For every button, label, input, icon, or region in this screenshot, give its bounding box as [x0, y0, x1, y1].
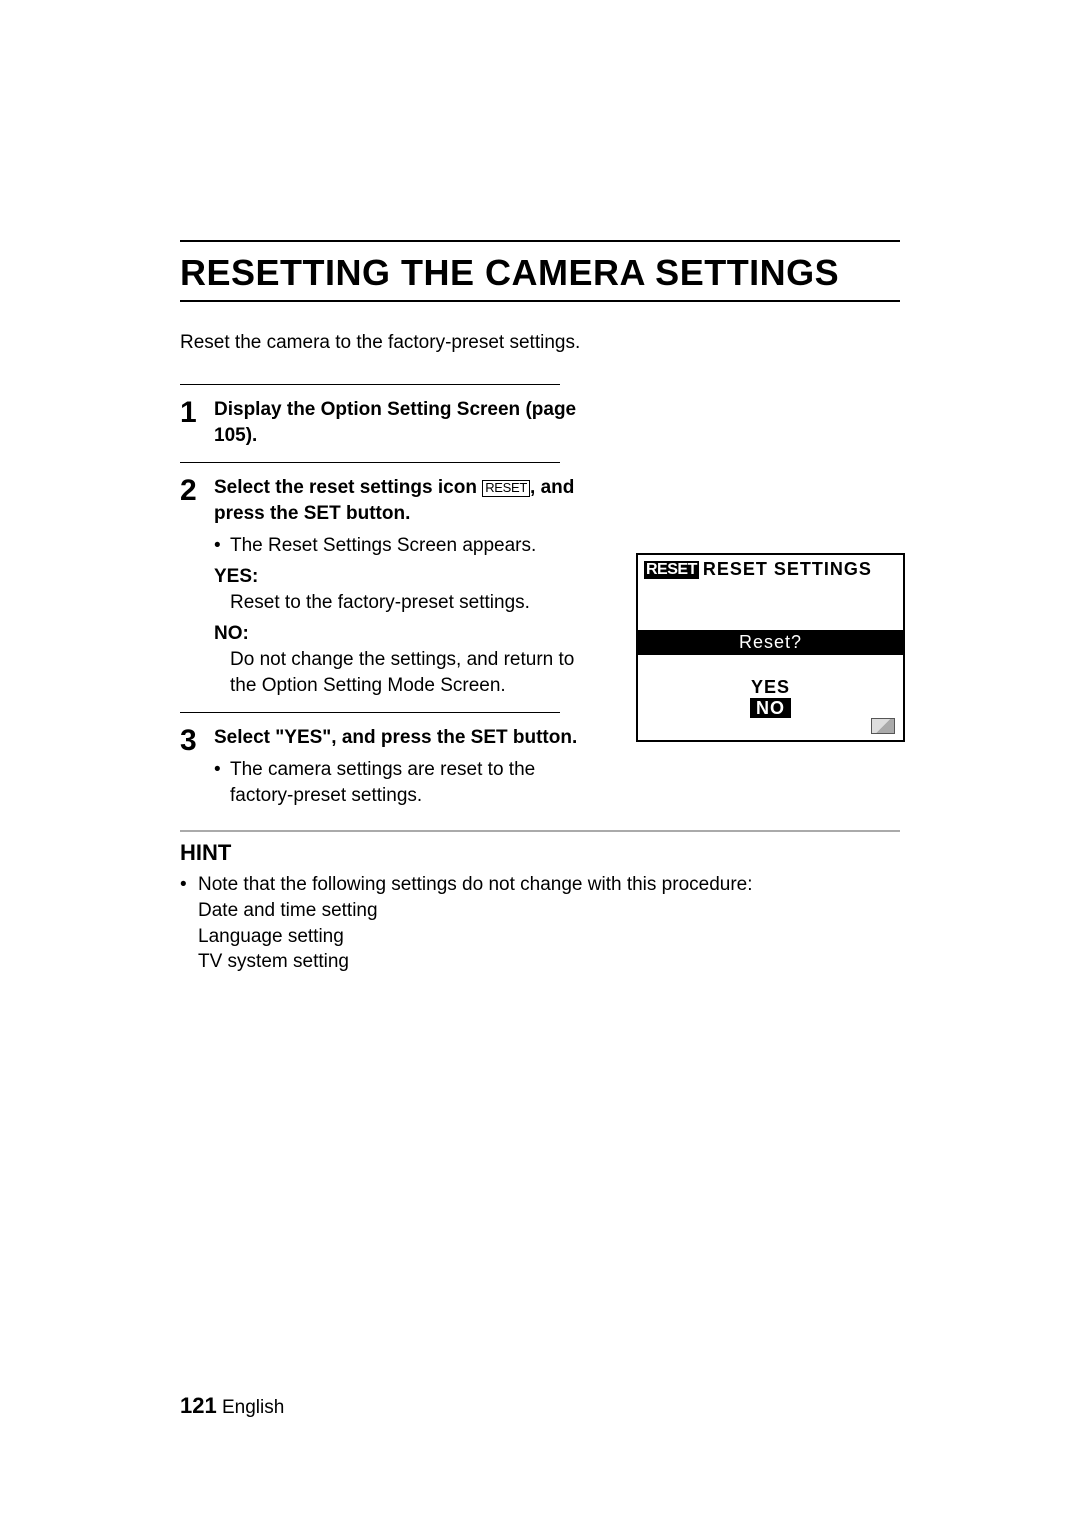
- step2-bullet: • The Reset Settings Screen appears.: [214, 533, 580, 559]
- bullet-mark: •: [214, 533, 230, 559]
- reset-icon: RESET: [482, 480, 530, 496]
- screen-illustration-wrap: RESET RESET SETTINGS Reset? YES NO: [636, 553, 905, 742]
- hint-item-3: TV system setting: [198, 949, 900, 975]
- step-number: 1: [180, 397, 214, 429]
- page-language: English: [222, 1397, 284, 1418]
- step-separator: [180, 462, 560, 463]
- step-number: 2: [180, 475, 214, 507]
- title-bottom-rule: [180, 300, 900, 302]
- no-label: NO:: [214, 621, 580, 647]
- page-number: 121: [180, 1393, 217, 1418]
- screen-yes: YES: [638, 677, 903, 698]
- step3-headline: Select "YES", and press the SET button.: [214, 727, 577, 748]
- hint-item-1: Date and time setting: [198, 898, 900, 924]
- step-number: 3: [180, 725, 214, 757]
- page-title: RESETTING THE CAMERA SETTINGS: [180, 252, 900, 294]
- manual-page: RESETTING THE CAMERA SETTINGS Reset the …: [0, 0, 1080, 1529]
- screen-header-title: RESET SETTINGS: [703, 559, 872, 580]
- step-3: 3 Select "YES", and press the SET button…: [180, 725, 580, 808]
- step3-bullet: • The camera settings are reset to the f…: [214, 757, 580, 808]
- step2-headline-a: Select the reset settings icon: [214, 477, 482, 498]
- step3-bullet-text: The camera settings are reset to the fac…: [230, 757, 580, 808]
- step-separator: [180, 712, 560, 713]
- hint-separator: [180, 830, 900, 832]
- step-2: 2 Select the reset settings icon RESET, …: [180, 475, 580, 698]
- screen-no: NO: [750, 698, 791, 719]
- screen-header-icon: RESET: [644, 561, 699, 579]
- step-separator: [180, 384, 560, 385]
- hint-body: • Note that the following settings do no…: [180, 872, 900, 975]
- yes-text: Reset to the factory-preset settings.: [230, 590, 580, 616]
- page-footer: 121 English: [180, 1393, 284, 1419]
- camera-screen: RESET RESET SETTINGS Reset? YES NO: [636, 553, 905, 742]
- hint-title: HINT: [180, 840, 900, 866]
- screen-header: RESET RESET SETTINGS: [638, 555, 903, 584]
- hint-note: Note that the following settings do not …: [198, 872, 753, 898]
- bullet-mark: •: [214, 757, 230, 808]
- screen-question: Reset?: [638, 630, 903, 655]
- no-text: Do not change the settings, and return t…: [230, 647, 580, 698]
- screen-options: YES NO: [638, 677, 903, 718]
- step-1: 1 Display the Option Setting Screen (pag…: [180, 397, 580, 448]
- step1-line1: Display the Option Setting Screen: [214, 399, 520, 420]
- step2-bullet-text: The Reset Settings Screen appears.: [230, 533, 536, 559]
- yes-label: YES:: [214, 564, 580, 590]
- intro-text: Reset the camera to the factory-preset s…: [180, 332, 900, 354]
- title-top-rule: [180, 240, 900, 242]
- sd-card-icon: [871, 718, 895, 734]
- bullet-mark: •: [180, 872, 198, 898]
- hint-item-2: Language setting: [198, 924, 900, 950]
